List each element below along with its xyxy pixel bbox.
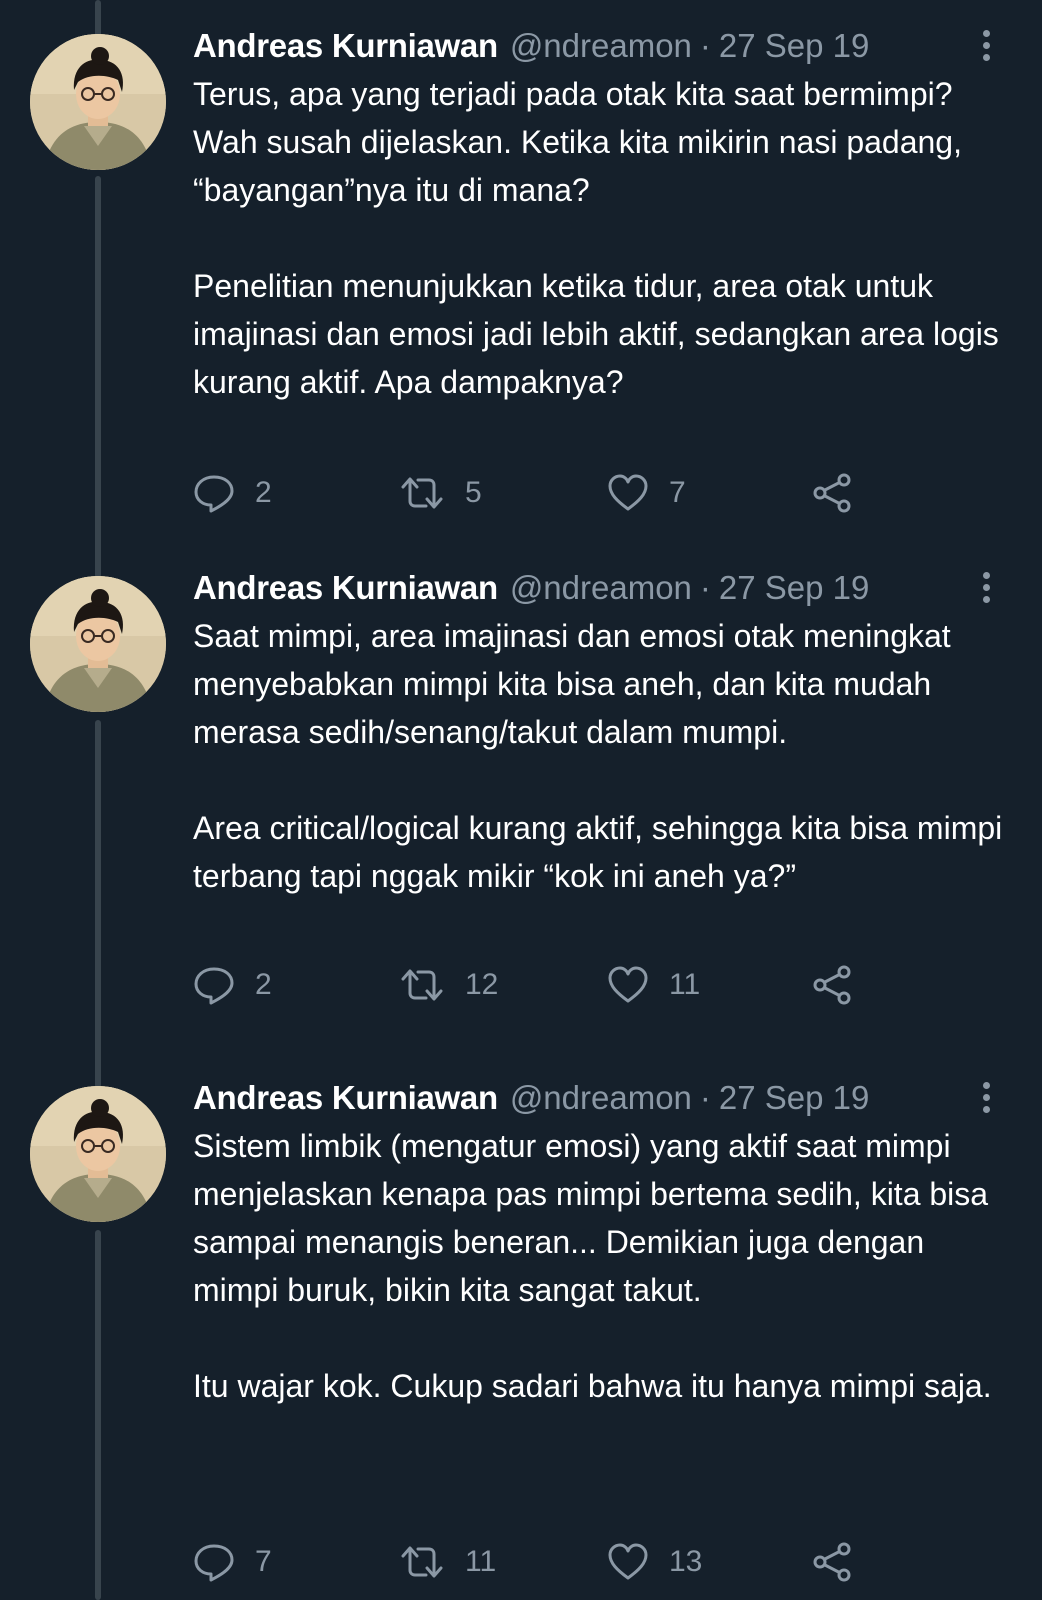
reply-count: 2	[255, 968, 272, 1001]
tweet-text: Terus, apa yang terjadi pada otak kita s…	[193, 70, 1013, 406]
reply-icon	[194, 1544, 234, 1582]
reply-button[interactable]: 2	[193, 963, 272, 1007]
retweet-icon	[401, 1546, 443, 1578]
retweet-button[interactable]: 12	[399, 963, 498, 1007]
like-button[interactable]: 11	[607, 963, 700, 1007]
separator-dot: ·	[699, 1079, 711, 1116]
tweet-actions: 7 11 13	[193, 1540, 893, 1584]
thread-line	[95, 1230, 101, 1600]
like-button[interactable]: 7	[607, 471, 686, 515]
like-count: 13	[669, 1545, 703, 1578]
share-button[interactable]	[811, 1540, 853, 1584]
reply-icon	[194, 475, 234, 513]
separator-dot: ·	[699, 569, 711, 606]
tweet-header: Andreas Kurniawan @ndreamon · 27 Sep 19	[193, 24, 869, 68]
retweet-icon	[401, 969, 443, 1001]
thread-line	[95, 720, 101, 1088]
tweet-date[interactable]: 27 Sep 19	[719, 1076, 869, 1120]
retweet-count: 5	[465, 476, 482, 509]
more-options-icon[interactable]	[978, 1082, 994, 1118]
tweet-date[interactable]: 27 Sep 19	[719, 24, 869, 68]
reply-count: 2	[255, 476, 272, 509]
tweet-actions: 2 12 11	[193, 963, 893, 1007]
heart-icon	[608, 1543, 648, 1580]
retweet-count: 11	[465, 1545, 497, 1578]
more-options-icon[interactable]	[978, 572, 994, 608]
avatar[interactable]	[30, 34, 166, 170]
share-icon	[813, 473, 851, 513]
tweet-header: Andreas Kurniawan @ndreamon · 27 Sep 19	[193, 566, 869, 610]
avatar-photo	[30, 576, 166, 712]
reply-button[interactable]: 7	[193, 1540, 272, 1584]
author-name[interactable]: Andreas Kurniawan	[193, 1076, 498, 1120]
share-button[interactable]	[811, 471, 853, 515]
tweet-date[interactable]: 27 Sep 19	[719, 566, 869, 610]
thread-line	[95, 176, 101, 578]
retweet-icon	[401, 477, 443, 509]
author-handle[interactable]: @ndreamon	[510, 1076, 692, 1120]
thread-line	[95, 0, 101, 38]
retweet-count: 12	[465, 968, 499, 1001]
tweet-paragraph: Area critical/logical kurang aktif, sehi…	[193, 810, 1003, 894]
tweet-actions: 2 5 7	[193, 471, 893, 515]
share-icon	[813, 965, 851, 1005]
avatar[interactable]	[30, 1086, 166, 1222]
reply-button[interactable]: 2	[193, 471, 272, 515]
tweet-paragraph: Saat mimpi, area imajinasi dan emosi ota…	[193, 618, 951, 750]
tweet-paragraph: Sistem limbik (mengatur emosi) yang akti…	[193, 1128, 989, 1308]
avatar-photo	[30, 34, 166, 170]
like-count: 11	[669, 968, 701, 1001]
heart-icon	[608, 966, 648, 1003]
separator-dot: ·	[699, 27, 711, 64]
reply-count: 7	[255, 1545, 272, 1578]
tweet-text: Saat mimpi, area imajinasi dan emosi ota…	[193, 612, 1013, 900]
author-name[interactable]: Andreas Kurniawan	[193, 566, 498, 610]
author-handle[interactable]: @ndreamon	[510, 24, 692, 68]
avatar-photo	[30, 1086, 166, 1222]
tweet-header: Andreas Kurniawan @ndreamon · 27 Sep 19	[193, 1076, 869, 1120]
retweet-button[interactable]: 5	[399, 471, 482, 515]
tweet-paragraph: Terus, apa yang terjadi pada otak kita s…	[193, 76, 962, 208]
reply-icon	[194, 967, 234, 1005]
more-options-icon[interactable]	[978, 30, 994, 66]
author-name[interactable]: Andreas Kurniawan	[193, 24, 498, 68]
like-count: 7	[669, 476, 686, 509]
author-handle[interactable]: @ndreamon	[510, 566, 692, 610]
tweet-paragraph: Itu wajar kok. Cukup sadari bahwa itu ha…	[193, 1368, 992, 1404]
share-button[interactable]	[811, 963, 853, 1007]
tweet-paragraph: Penelitian menunjukkan ketika tidur, are…	[193, 268, 999, 400]
avatar[interactable]	[30, 576, 166, 712]
like-button[interactable]: 13	[607, 1540, 702, 1584]
heart-icon	[608, 474, 648, 511]
tweet-text: Sistem limbik (mengatur emosi) yang akti…	[193, 1122, 1013, 1410]
share-icon	[813, 1542, 851, 1582]
retweet-button[interactable]: 11	[399, 1540, 496, 1584]
